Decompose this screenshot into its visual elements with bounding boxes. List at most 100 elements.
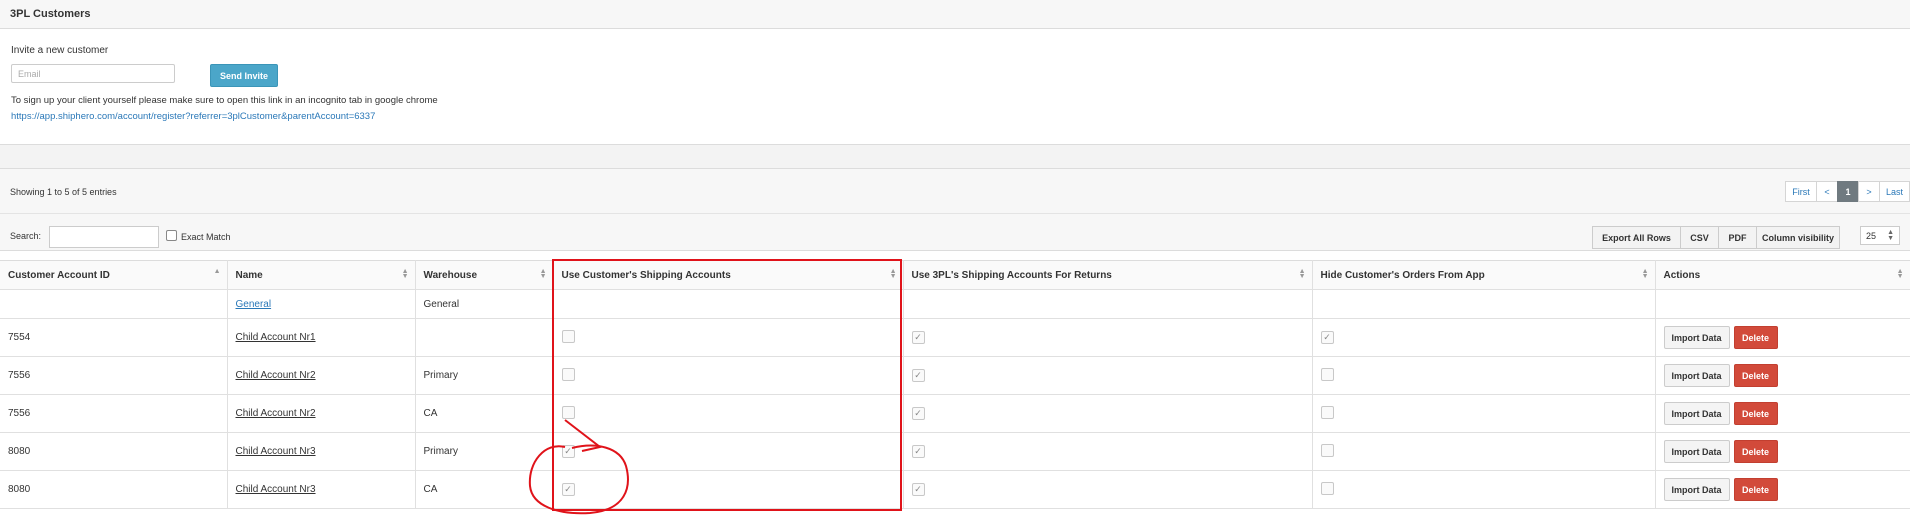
first-page-button[interactable]: First: [1785, 181, 1817, 202]
unchecked-checkbox-icon[interactable]: [1320, 367, 1334, 381]
col-name-label: Name: [235, 269, 263, 281]
col-use-3pl-returns[interactable]: Use 3PL's Shipping Accounts For Returns ▲…: [903, 260, 1313, 290]
delete-button[interactable]: Delete: [1733, 440, 1778, 463]
cell-actions: Import Data Delete: [1655, 318, 1910, 357]
table-toolbar: Search: Exact Match Export All Rows CSV …: [0, 214, 1910, 251]
delete-button[interactable]: Delete: [1733, 402, 1778, 425]
export-all-rows-button[interactable]: Export All Rows: [1592, 226, 1681, 249]
entries-info: Showing 1 to 5 of 5 entries: [10, 187, 117, 197]
sort-icon: ▲ ▼: [889, 268, 897, 280]
cell-hide-orders: [1312, 356, 1656, 395]
checked-checkbox-icon[interactable]: ✓: [911, 331, 925, 344]
checked-checkbox-icon[interactable]: ✓: [561, 483, 575, 496]
delete-button[interactable]: Delete: [1733, 478, 1778, 501]
cell-use-customer-shipping: ✓: [553, 470, 904, 509]
child-account-link[interactable]: Child Account Nr1: [236, 332, 316, 343]
cell-warehouse: [415, 318, 554, 357]
column-visibility-button[interactable]: Column visibility: [1756, 226, 1840, 249]
table-row: 7556 Child Account Nr2 CA ✓ Import Data Delet…: [0, 394, 1910, 433]
cell-actions: Import Data Delete: [1655, 470, 1910, 509]
delete-button[interactable]: Delete: [1733, 326, 1778, 349]
checked-checkbox-icon[interactable]: ✓: [911, 369, 925, 382]
checked-checkbox-icon[interactable]: ✓: [911, 445, 925, 458]
cell-account-id: 7556: [0, 356, 228, 395]
next-page-button[interactable]: >: [1858, 181, 1880, 202]
col-use-customer-shipping[interactable]: Use Customer's Shipping Accounts ▲ ▼: [553, 260, 904, 290]
current-page-button[interactable]: 1: [1837, 181, 1859, 202]
cell-empty: [1312, 289, 1656, 319]
cell-hide-orders: [1312, 470, 1656, 509]
unchecked-checkbox-icon[interactable]: [1320, 481, 1334, 495]
col-warehouse-label: Warehouse: [423, 269, 478, 281]
cell-empty: [1655, 289, 1910, 319]
col-hide-orders-label: Hide Customer's Orders From App: [1320, 269, 1485, 281]
delete-button[interactable]: Delete: [1733, 364, 1778, 387]
register-link[interactable]: https://app.shiphero.com/account/registe…: [11, 111, 375, 122]
last-page-button[interactable]: Last: [1879, 181, 1910, 202]
page-title: 3PL Customers: [10, 8, 91, 20]
table-row: 8080 Child Account Nr3 Primary ✓ ✓ Import Dat…: [0, 432, 1910, 471]
page-size-value: 25: [1866, 230, 1877, 241]
child-account-link[interactable]: Child Account Nr3: [236, 484, 316, 495]
checked-checkbox-icon[interactable]: ✓: [911, 407, 925, 420]
cell-hide-orders: [1312, 432, 1656, 471]
col-account-id[interactable]: Customer Account ID ▲: [0, 260, 228, 290]
cell-warehouse: General: [415, 289, 554, 319]
cell-name: General: [227, 289, 416, 319]
unchecked-checkbox-icon[interactable]: [561, 405, 575, 419]
sort-icon: ▲ ▼: [1298, 268, 1306, 280]
sort-asc-icon: ▲: [213, 268, 221, 275]
checked-checkbox-icon[interactable]: ✓: [561, 445, 575, 458]
import-data-button[interactable]: Import Data: [1663, 326, 1730, 349]
cell-use-customer-shipping: [553, 394, 904, 433]
unchecked-checkbox-icon[interactable]: [561, 329, 575, 343]
import-data-button[interactable]: Import Data: [1663, 478, 1730, 501]
exact-match-checkbox[interactable]: [166, 230, 177, 241]
cell-account-id: 7554: [0, 318, 228, 357]
cell-account-id: [0, 289, 228, 319]
sort-icon: ▲ ▼: [1896, 268, 1904, 280]
unchecked-checkbox-icon[interactable]: [1320, 443, 1334, 457]
import-data-button[interactable]: Import Data: [1663, 440, 1730, 463]
cell-warehouse: CA: [415, 470, 554, 509]
col-name[interactable]: Name ▲ ▼: [227, 260, 416, 290]
child-account-link[interactable]: Child Account Nr3: [236, 446, 316, 457]
cell-name: Child Account Nr1: [227, 318, 416, 357]
table-row: 7556 Child Account Nr2 Primary ✓ Import Data…: [0, 356, 1910, 395]
email-input[interactable]: [11, 64, 175, 83]
prev-page-button[interactable]: <: [1816, 181, 1838, 202]
unchecked-checkbox-icon[interactable]: [1320, 405, 1334, 419]
cell-name: Child Account Nr3: [227, 470, 416, 509]
child-account-link[interactable]: Child Account Nr2: [236, 370, 316, 381]
cell-account-id: 8080: [0, 470, 228, 509]
pdf-button[interactable]: PDF: [1718, 226, 1757, 249]
col-hide-orders[interactable]: Hide Customer's Orders From App ▲ ▼: [1312, 260, 1656, 290]
cell-empty: [553, 289, 904, 319]
child-account-link[interactable]: Child Account Nr2: [236, 408, 316, 419]
checked-checkbox-icon[interactable]: ✓: [911, 483, 925, 496]
cell-use-3pl-returns: ✓: [903, 318, 1313, 357]
sort-icon: ▲ ▼: [401, 268, 409, 280]
invite-panel: Invite a new customer Send Invite To sig…: [0, 29, 1910, 145]
invite-label: Invite a new customer: [11, 45, 109, 56]
general-link[interactable]: General: [236, 299, 272, 310]
cell-account-id: 8080: [0, 432, 228, 471]
cell-actions: Import Data Delete: [1655, 394, 1910, 433]
cell-name: Child Account Nr2: [227, 356, 416, 395]
col-actions[interactable]: Actions ▲ ▼: [1655, 260, 1910, 290]
csv-button[interactable]: CSV: [1680, 226, 1719, 249]
search-input[interactable]: [49, 226, 159, 248]
cell-empty: [903, 289, 1313, 319]
page-size-select[interactable]: 25 ▲ ▼: [1860, 226, 1900, 245]
send-invite-button[interactable]: Send Invite: [210, 64, 278, 87]
cell-use-3pl-returns: ✓: [903, 394, 1313, 433]
top-bar: 3PL Customers: [0, 0, 1910, 29]
checked-checkbox-icon[interactable]: ✓: [1320, 331, 1334, 344]
col-warehouse[interactable]: Warehouse ▲ ▼: [415, 260, 554, 290]
import-data-button[interactable]: Import Data: [1663, 364, 1730, 387]
exact-match-label: Exact Match: [181, 232, 231, 242]
import-data-button[interactable]: Import Data: [1663, 402, 1730, 425]
cell-account-id: 7556: [0, 394, 228, 433]
unchecked-checkbox-icon[interactable]: [561, 367, 575, 381]
cell-actions: Import Data Delete: [1655, 432, 1910, 471]
